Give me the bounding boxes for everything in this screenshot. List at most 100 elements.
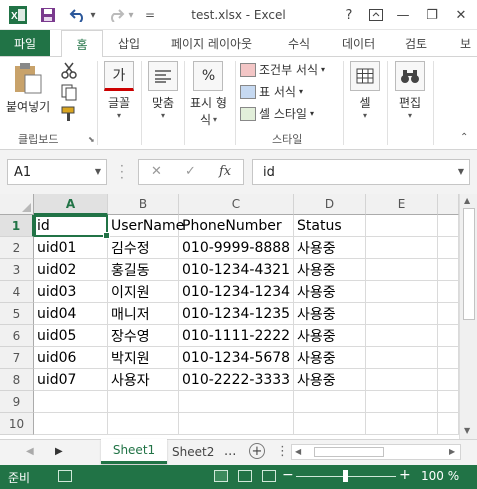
minimize-button[interactable]: — bbox=[390, 4, 416, 26]
row-header-6[interactable]: 6 bbox=[0, 325, 34, 347]
cell-b3[interactable]: 홍길동 bbox=[108, 259, 179, 281]
scroll-up-icon[interactable]: ▲ bbox=[464, 196, 470, 205]
cell-f7[interactable] bbox=[438, 347, 459, 369]
cells-button[interactable]: 셀 ▾ bbox=[350, 61, 380, 120]
cell-e2[interactable] bbox=[366, 237, 438, 259]
select-all-button[interactable] bbox=[0, 194, 34, 215]
vertical-scroll-thumb[interactable] bbox=[463, 208, 475, 320]
row-header-10[interactable]: 10 bbox=[0, 413, 34, 435]
zoom-out-button[interactable]: − bbox=[282, 467, 294, 483]
cell-c2[interactable]: 010-9999-8888 bbox=[179, 237, 294, 259]
cell-c10[interactable] bbox=[179, 413, 294, 435]
page-layout-view-icon[interactable] bbox=[238, 470, 252, 482]
cell-e10[interactable] bbox=[366, 413, 438, 435]
help-button[interactable]: ? bbox=[336, 4, 362, 26]
cell-d1[interactable]: Status bbox=[294, 215, 366, 237]
sheet-tab-sheet2[interactable]: Sheet2 bbox=[172, 440, 218, 464]
cell-a6[interactable]: uid05 bbox=[34, 325, 108, 347]
name-box-dropdown-icon[interactable]: ▼ bbox=[95, 167, 101, 176]
row-header-3[interactable]: 3 bbox=[0, 259, 34, 281]
row-header-4[interactable]: 4 bbox=[0, 281, 34, 303]
cut-icon[interactable] bbox=[60, 61, 78, 79]
cell-a7[interactable]: uid06 bbox=[34, 347, 108, 369]
cell-e3[interactable] bbox=[366, 259, 438, 281]
cell-f5[interactable] bbox=[438, 303, 459, 325]
sheet-tab-splitter-icon[interactable]: ⋮ bbox=[276, 444, 289, 459]
cell-c4[interactable]: 010-1234-1234 bbox=[179, 281, 294, 303]
close-button[interactable]: ✕ bbox=[448, 4, 474, 26]
cell-f2[interactable] bbox=[438, 237, 459, 259]
cell-e4[interactable] bbox=[366, 281, 438, 303]
cell-e6[interactable] bbox=[366, 325, 438, 347]
cell-f4[interactable] bbox=[438, 281, 459, 303]
cancel-edit-icon[interactable]: ✕ bbox=[151, 164, 162, 179]
column-header-d[interactable]: D bbox=[294, 194, 366, 215]
cell-a4[interactable]: uid03 bbox=[34, 281, 108, 303]
cell-d5[interactable]: 사용중 bbox=[294, 303, 366, 325]
cell-e7[interactable] bbox=[366, 347, 438, 369]
cell-e8[interactable] bbox=[366, 369, 438, 391]
sheet-next-icon[interactable]: ▶ bbox=[55, 446, 63, 457]
cell-c3[interactable]: 010-1234-4321 bbox=[179, 259, 294, 281]
scroll-right-icon[interactable]: ▶ bbox=[449, 447, 455, 456]
cell-a5[interactable]: uid04 bbox=[34, 303, 108, 325]
row-header-2[interactable]: 2 bbox=[0, 237, 34, 259]
cell-a3[interactable]: uid02 bbox=[34, 259, 108, 281]
cell-d8[interactable]: 사용중 bbox=[294, 369, 366, 391]
normal-view-icon[interactable] bbox=[214, 470, 228, 482]
font-button[interactable]: 가 글꼴 ▾ bbox=[104, 61, 134, 120]
cell-f1[interactable] bbox=[438, 215, 459, 237]
row-header-5[interactable]: 5 bbox=[0, 303, 34, 325]
cell-e9[interactable] bbox=[366, 391, 438, 413]
cell-b9[interactable] bbox=[108, 391, 179, 413]
row-header-9[interactable]: 9 bbox=[0, 391, 34, 413]
confirm-edit-icon[interactable]: ✓ bbox=[185, 164, 196, 179]
cell-a9[interactable] bbox=[34, 391, 108, 413]
row-header-8[interactable]: 8 bbox=[0, 369, 34, 391]
tab-overflow[interactable]: 보 bbox=[460, 30, 477, 56]
cell-d9[interactable] bbox=[294, 391, 366, 413]
cell-e5[interactable] bbox=[366, 303, 438, 325]
cell-c8[interactable]: 010-2222-3333 bbox=[179, 369, 294, 391]
row-header-1[interactable]: 1 bbox=[0, 215, 34, 237]
cell-b2[interactable]: 김수정 bbox=[108, 237, 179, 259]
column-header-c[interactable]: C bbox=[179, 194, 294, 215]
cell-c1[interactable]: PhoneNumber bbox=[179, 215, 294, 237]
cell-f10[interactable] bbox=[438, 413, 459, 435]
number-format-button[interactable]: % 표시 형 식 ▾ bbox=[190, 61, 227, 128]
worksheet-grid[interactable]: A B C D E 1 2 3 4 5 6 7 8 9 10 id UserNam… bbox=[0, 194, 477, 439]
tab-file[interactable]: 파일 bbox=[0, 30, 50, 56]
cell-b10[interactable] bbox=[108, 413, 179, 435]
zoom-slider-thumb[interactable] bbox=[343, 470, 348, 482]
column-header-a[interactable]: A bbox=[34, 194, 108, 215]
cell-c6[interactable]: 010-1111-2222 bbox=[179, 325, 294, 347]
cell-a8[interactable]: uid07 bbox=[34, 369, 108, 391]
tab-insert[interactable]: 삽입 bbox=[118, 30, 140, 56]
cell-c9[interactable] bbox=[179, 391, 294, 413]
vertical-scrollbar[interactable]: ▲ ▼ bbox=[459, 194, 477, 439]
macro-recording-icon[interactable] bbox=[58, 470, 72, 482]
page-break-preview-icon[interactable] bbox=[262, 470, 276, 482]
name-box[interactable]: A1 ▼ bbox=[7, 159, 107, 185]
alignment-button[interactable]: 맞춤 ▾ bbox=[148, 61, 178, 120]
tab-data[interactable]: 데이터 bbox=[342, 30, 375, 56]
collapse-ribbon-icon[interactable]: ⌃ bbox=[460, 132, 468, 143]
cell-d4[interactable]: 사용중 bbox=[294, 281, 366, 303]
cell-a10[interactable] bbox=[34, 413, 108, 435]
insert-function-icon[interactable]: fx bbox=[219, 164, 231, 179]
tab-home[interactable]: 홈 bbox=[61, 30, 103, 57]
cell-c7[interactable]: 010-1234-5678 bbox=[179, 347, 294, 369]
format-painter-icon[interactable] bbox=[60, 105, 78, 123]
cell-c5[interactable]: 010-1234-1235 bbox=[179, 303, 294, 325]
restore-button[interactable]: ❐ bbox=[419, 4, 445, 26]
tab-review[interactable]: 검토 bbox=[405, 30, 427, 56]
cell-b5[interactable]: 매니저 bbox=[108, 303, 179, 325]
row-header-7[interactable]: 7 bbox=[0, 347, 34, 369]
tab-formulas[interactable]: 수식 bbox=[288, 30, 310, 56]
ribbon-display-options-button[interactable] bbox=[363, 4, 389, 26]
add-sheet-button[interactable]: + bbox=[249, 443, 265, 459]
horizontal-scroll-thumb[interactable] bbox=[314, 447, 384, 457]
copy-icon[interactable] bbox=[60, 83, 78, 101]
cell-styles-button[interactable]: 셀 스타일 ▾ bbox=[240, 105, 314, 122]
cell-a1[interactable]: id bbox=[34, 215, 108, 237]
